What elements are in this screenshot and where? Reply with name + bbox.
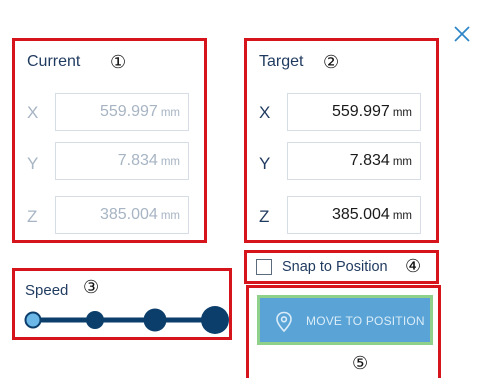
speed-slider[interactable] xyxy=(15,271,235,343)
current-x-label: X xyxy=(27,103,39,122)
move-to-position-panel: MOVE TO POSITION ⑤ xyxy=(246,285,441,378)
speed-level-2-node xyxy=(86,311,104,329)
target-y-label: Y xyxy=(259,154,271,173)
move-to-position-button[interactable]: MOVE TO POSITION xyxy=(257,295,433,345)
callout-2: ② xyxy=(323,52,340,73)
location-pin-icon xyxy=(276,311,292,333)
speed-level-4-node xyxy=(201,306,229,334)
move-to-position-dialog: Current ① X 559.997 mm Y 7.834 mm Z 385.00… xyxy=(0,0,481,378)
current-x-field: 559.997 mm xyxy=(55,93,189,131)
current-title: Current xyxy=(27,53,81,70)
speed-level-3-node xyxy=(143,308,167,332)
speed-level-1-handle xyxy=(24,311,42,329)
target-x-field[interactable]: 559.997 mm xyxy=(287,93,421,131)
current-z-label: Z xyxy=(27,207,38,226)
target-title: Target xyxy=(259,53,304,70)
callout-5: ⑤ xyxy=(352,353,369,374)
snap-to-position-panel: Snap to Position ④ xyxy=(244,250,439,284)
snap-to-position-checkbox[interactable] xyxy=(256,259,272,275)
target-x-label: X xyxy=(259,103,271,122)
target-position-panel: Target ② X 559.997 mm Y 7.834 mm Z 385.004… xyxy=(244,38,439,243)
current-y-field: 7.834 mm xyxy=(55,142,189,180)
callout-4: ④ xyxy=(405,256,422,277)
move-to-position-label: MOVE TO POSITION xyxy=(306,314,425,328)
speed-panel: Speed ③ xyxy=(12,268,232,340)
snap-to-position-label[interactable]: Snap to Position xyxy=(282,259,388,275)
callout-1: ① xyxy=(110,52,127,73)
close-icon[interactable] xyxy=(452,24,472,44)
target-z-label: Z xyxy=(259,207,270,226)
target-y-field[interactable]: 7.834 mm xyxy=(287,142,421,180)
current-y-label: Y xyxy=(27,154,39,173)
current-z-field: 385.004 mm xyxy=(55,196,189,234)
target-z-field[interactable]: 385.004 mm xyxy=(287,196,421,234)
current-position-panel: Current ① X 559.997 mm Y 7.834 mm Z 385.00… xyxy=(12,38,207,243)
